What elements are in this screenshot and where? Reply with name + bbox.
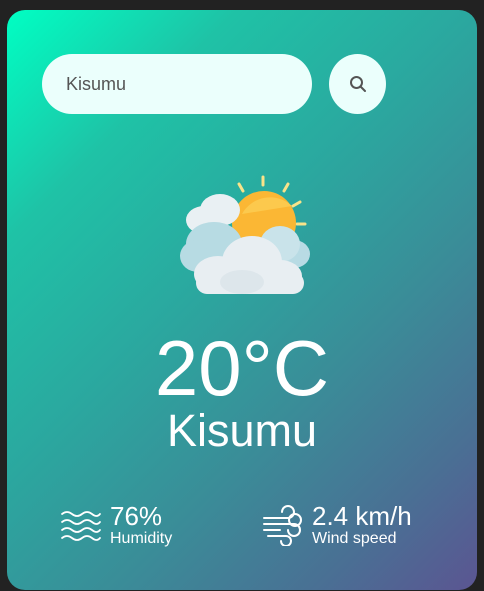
temperature: 20°C xyxy=(154,324,330,412)
wind-detail: 2.4 km/h Wind speed xyxy=(262,500,412,550)
humidity-value: 76% xyxy=(110,501,163,531)
search-bar xyxy=(42,54,387,114)
city-name: Kisumu xyxy=(166,405,318,456)
weather-card: 20°C Kisumu 76% Humidity xyxy=(7,10,477,590)
wind-icon xyxy=(263,505,302,546)
humidity-waves-icon xyxy=(61,511,101,541)
search-input[interactable] xyxy=(42,54,312,114)
wind-speed-label: Wind speed xyxy=(312,530,397,547)
partly-cloudy-icon xyxy=(180,175,310,294)
humidity-label: Humidity xyxy=(110,530,173,547)
search-icon xyxy=(349,76,366,92)
wind-speed-value: 2.4 km/h xyxy=(312,501,412,531)
search-button[interactable] xyxy=(329,54,386,114)
humidity-detail: 76% Humidity xyxy=(60,500,172,550)
